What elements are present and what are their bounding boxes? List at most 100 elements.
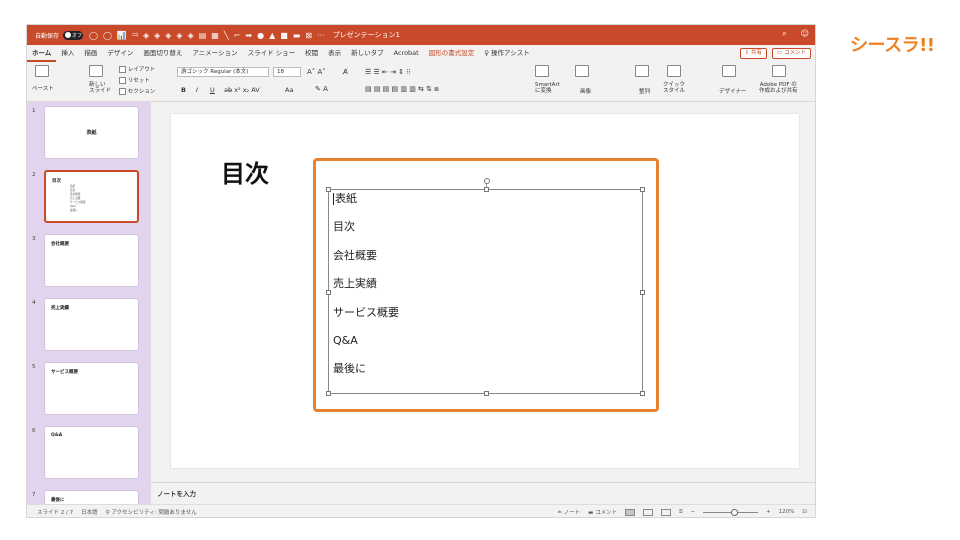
clear-format-icon[interactable]: A̸: [343, 68, 348, 76]
italic-button[interactable]: I: [196, 86, 198, 94]
new-slide-label[interactable]: 新しい スライド: [89, 82, 111, 94]
designer-icon[interactable]: [722, 65, 736, 79]
bold-button[interactable]: B: [181, 86, 186, 94]
resize-handle[interactable]: [640, 187, 645, 192]
tab-design[interactable]: デザイン: [102, 45, 138, 62]
content-textbox[interactable]: 表紙 目次 会社概要 売上実績 サービス概要 Q&A 最後に: [326, 178, 645, 396]
underline-button[interactable]: U: [210, 86, 215, 94]
notes-button[interactable]: ≐ ノート: [557, 508, 580, 516]
table-icon[interactable]: ▦: [211, 31, 219, 40]
slide-thumbnail[interactable]: 会社概要: [44, 234, 139, 287]
slide-title[interactable]: 目次: [221, 154, 269, 189]
comments-button[interactable]: ▬ コメント: [588, 508, 617, 516]
reset-button[interactable]: リセット: [119, 76, 150, 84]
resize-handle[interactable]: [484, 391, 489, 396]
smartart-icon[interactable]: [535, 65, 549, 79]
tab-view[interactable]: 表示: [323, 45, 346, 62]
resize-handle[interactable]: [326, 290, 331, 295]
fit-slide-icon[interactable]: ⊡: [802, 509, 807, 515]
slideshow-icon[interactable]: ⌸: [679, 509, 682, 516]
shape-icon[interactable]: ◈: [188, 31, 194, 40]
adobe-pdf-label[interactable]: Adobe PDF の 作成および共有: [759, 82, 798, 94]
resize-handle[interactable]: [640, 290, 645, 295]
arrow-icon[interactable]: ➡: [245, 31, 252, 40]
tab-shape-format[interactable]: 図形の書式設定: [424, 45, 480, 62]
font-name-select[interactable]: 游ゴシック Regular (本文): [177, 67, 269, 77]
shape-icon[interactable]: ◈: [143, 31, 149, 40]
zoom-out-icon[interactable]: −: [690, 509, 695, 515]
accessibility-status[interactable]: ⚲ アクセシビリティ: 問題ありません: [106, 508, 197, 516]
search-icon[interactable]: ⌕: [782, 29, 786, 39]
reading-view-icon[interactable]: [661, 508, 672, 516]
zoom-in-icon[interactable]: +: [766, 509, 771, 515]
arrange-label[interactable]: 整列: [639, 87, 650, 95]
adobe-pdf-icon[interactable]: [772, 65, 786, 79]
tab-animations[interactable]: アニメーション: [187, 45, 242, 62]
font-size-select[interactable]: 18: [273, 67, 301, 77]
slide-thumbnail[interactable]: サービス概要: [44, 362, 139, 415]
tab-insert[interactable]: 挿入: [56, 45, 79, 62]
share-button[interactable]: ⇪ 共有: [739, 48, 768, 59]
tab-acrobat[interactable]: Acrobat: [389, 45, 424, 62]
align-icon[interactable]: ⫤: [132, 30, 138, 40]
autosave-toggle[interactable]: オフ: [63, 30, 84, 40]
resize-handle[interactable]: [326, 391, 331, 396]
comment-button[interactable]: ▭ コメント: [772, 48, 811, 59]
shape-icon[interactable]: ◈: [154, 31, 160, 40]
resize-handle[interactable]: [326, 187, 331, 192]
bullets-icon[interactable]: ☰ ☰ ⇤ ⇥ ⇕ ⁝⁝: [365, 68, 411, 76]
more-icon[interactable]: ···: [317, 31, 325, 40]
notes-pane[interactable]: ノートを入力: [151, 482, 815, 504]
shape-icon[interactable]: ◈: [176, 31, 182, 40]
slide-thumbnail[interactable]: Q&A: [44, 426, 139, 479]
close-box-icon[interactable]: ⊠: [305, 31, 312, 40]
person-icon[interactable]: ☺: [801, 29, 809, 39]
rotate-handle[interactable]: [484, 178, 490, 184]
tab-slideshow[interactable]: スライド ショー: [243, 45, 301, 62]
tab-newtab[interactable]: 新しいタブ: [346, 45, 389, 62]
line-icon[interactable]: ╲: [224, 31, 229, 40]
slide-sorter-icon[interactable]: [643, 508, 654, 516]
highlight-icon[interactable]: ✎ A: [315, 85, 328, 93]
font-grow-icon[interactable]: A˄ A˅: [307, 68, 326, 76]
tab-tell-me[interactable]: ♀ 操作アシスト: [479, 45, 535, 62]
tab-review[interactable]: 校閲: [300, 45, 323, 62]
normal-view-icon[interactable]: [625, 508, 636, 516]
table-icon[interactable]: ▤: [199, 31, 207, 40]
language-indicator[interactable]: 日本語: [81, 508, 98, 516]
slide-thumbnail-selected[interactable]: 目次 表紙 目次 会社概要 売上実績 サービス概要 Q&A 最後に: [44, 170, 139, 223]
arrange-icon[interactable]: [635, 65, 649, 79]
zoom-knob[interactable]: [731, 508, 739, 516]
paste-icon[interactable]: [35, 65, 49, 79]
zoom-slider[interactable]: [703, 508, 759, 516]
tab-home[interactable]: ホーム: [27, 45, 57, 62]
slide-canvas[interactable]: 目次 表紙 目次 会社概要 売上実績 サービス概要 Q&A 最後に: [171, 114, 799, 468]
tab-transitions[interactable]: 画面切り替え: [138, 45, 187, 62]
triangle-icon[interactable]: ▲: [269, 31, 275, 40]
strike-icon[interactable]: ab̶ x² x₂ AV: [224, 86, 260, 94]
tab-draw[interactable]: 描画: [79, 45, 102, 62]
redo-icon[interactable]: ◯: [103, 31, 112, 40]
connector-icon[interactable]: ⌐: [234, 31, 241, 40]
align-icon[interactable]: ▤ ▤ ▤ ▤ ▥ ▥ ⇆ ⇅ ⧈: [365, 85, 439, 94]
designer-label[interactable]: デザイナー: [719, 87, 746, 95]
image-icon[interactable]: [575, 65, 589, 79]
chart-icon[interactable]: 📊: [117, 31, 127, 40]
circle-icon[interactable]: ●: [257, 31, 264, 40]
slide-thumbnail[interactable]: 表紙: [44, 106, 139, 159]
zoom-level[interactable]: 120%: [779, 509, 795, 515]
quick-style-label[interactable]: クイック スタイル: [663, 82, 685, 94]
new-slide-icon[interactable]: [89, 65, 103, 79]
slide-thumbnail[interactable]: 売上実績: [44, 298, 139, 351]
quick-style-icon[interactable]: [667, 65, 681, 79]
change-case-button[interactable]: Aa: [285, 86, 293, 94]
resize-handle[interactable]: [640, 391, 645, 396]
square-icon[interactable]: ■: [280, 31, 288, 40]
resize-handle[interactable]: [484, 187, 489, 192]
undo-icon[interactable]: ◯: [89, 31, 98, 40]
image-label[interactable]: 画像: [580, 87, 591, 95]
shape-icon[interactable]: ◈: [165, 31, 171, 40]
smartart-label[interactable]: SmartArt に変換: [535, 82, 560, 94]
layout-button[interactable]: レイアウト: [119, 65, 155, 73]
slide-thumbnail[interactable]: 最後に: [44, 490, 139, 504]
